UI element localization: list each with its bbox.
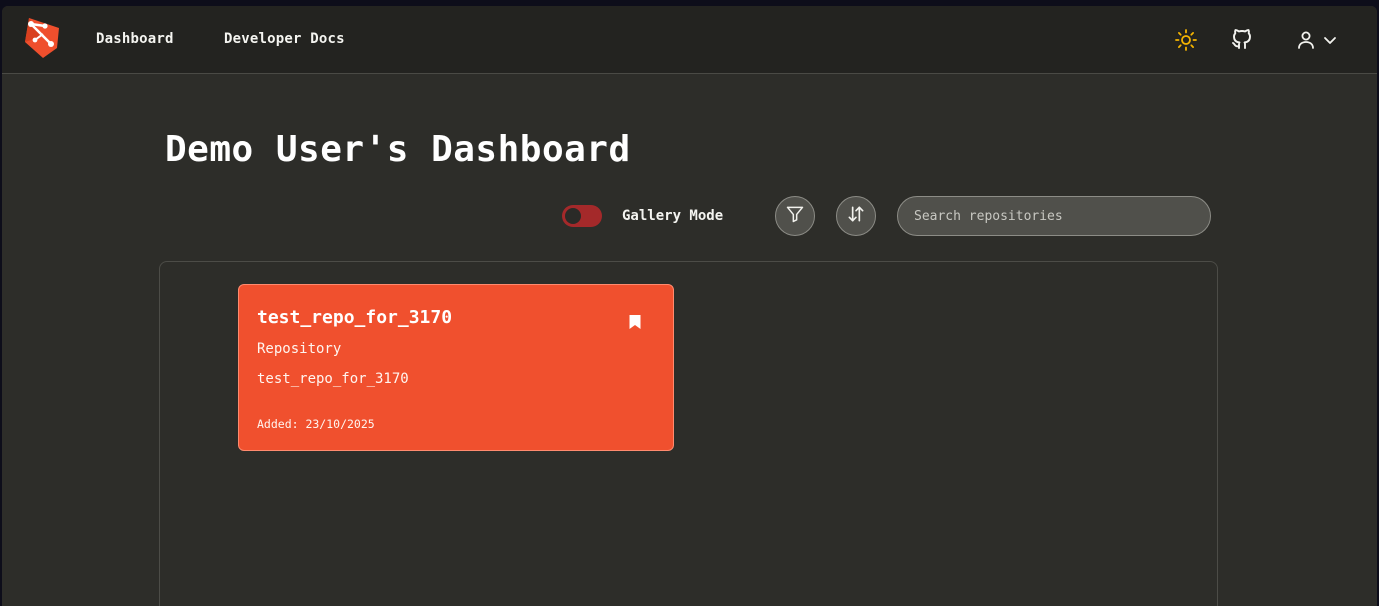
navbar: Dashboard Developer Docs xyxy=(2,6,1377,74)
github-icon[interactable] xyxy=(1230,27,1254,51)
logo-icon[interactable] xyxy=(21,14,63,60)
repository-type: Repository xyxy=(257,341,342,357)
toggle-knob xyxy=(565,208,581,224)
nav-developer-docs-link[interactable]: Developer Docs xyxy=(224,31,345,47)
nav-dashboard-link[interactable]: Dashboard xyxy=(96,31,174,47)
app-window: Dashboard Developer Docs Demo User's Das… xyxy=(2,6,1377,606)
page-title: Demo User's Dashboard xyxy=(165,129,631,170)
filter-icon xyxy=(785,204,805,228)
user-menu-button[interactable] xyxy=(1294,28,1342,52)
sort-arrows-icon xyxy=(846,204,866,228)
user-icon xyxy=(1294,28,1318,56)
sun-icon[interactable] xyxy=(1174,28,1198,52)
chevron-down-icon xyxy=(1320,30,1340,54)
search-repositories-input[interactable] xyxy=(897,196,1211,236)
gallery-mode-toggle[interactable] xyxy=(562,205,602,227)
gallery-mode-label: Gallery Mode xyxy=(622,208,724,224)
repository-name: test_repo_for_3170 xyxy=(257,307,453,328)
repository-card[interactable]: test_repo_for_3170 Repository test_repo_… xyxy=(238,284,674,451)
bookmark-icon[interactable] xyxy=(628,314,642,330)
filter-button[interactable] xyxy=(775,196,815,236)
repository-added-date: Added: 23/10/2025 xyxy=(257,417,375,431)
repository-description: test_repo_for_3170 xyxy=(257,371,409,387)
sort-button[interactable] xyxy=(836,196,876,236)
